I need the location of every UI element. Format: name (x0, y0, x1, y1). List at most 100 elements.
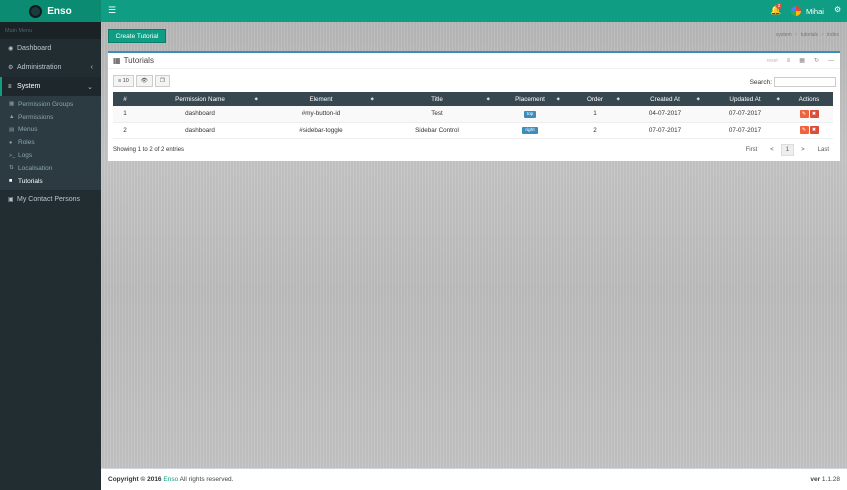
notification-badge: 2 (776, 3, 782, 9)
sidebar-item-tutorials[interactable]: ■ Tutorials (0, 175, 101, 188)
sidebar-item-label: My Contact Persons (17, 195, 81, 203)
cell-updated: 07-07-2017 (705, 106, 785, 123)
chevron-down-icon: ⌄ (87, 83, 93, 91)
edit-icon[interactable]: ✎ (799, 126, 809, 134)
pagination: First < 1 > Last (740, 144, 835, 156)
version-number: 1.1.28 (821, 476, 840, 483)
sidebar-item-localisation[interactable]: ⇅ Localisation (0, 162, 101, 175)
sort-icon: ◆ (776, 95, 780, 101)
cogs-icon: ⚙ (8, 65, 14, 71)
cell-created: 07-07-2017 (625, 122, 705, 139)
sidebar-toggle-icon[interactable]: ☰ (108, 5, 116, 16)
avatar[interactable] (791, 6, 801, 16)
column-header-title[interactable]: Title ◆ (379, 92, 495, 106)
box-tools: reset ≡ ▦ ↻ — (767, 57, 834, 65)
search-input[interactable] (774, 77, 836, 87)
box-title: Tutorials (123, 56, 154, 65)
column-header-permission[interactable]: Permission Name ◆ (137, 92, 263, 106)
copy-button[interactable]: ❐ (154, 75, 170, 87)
pagination-current[interactable]: 1 (780, 144, 795, 156)
table-row: 1 dashboard #my-button-id Test top 1 04-… (113, 106, 833, 123)
copyright-prefix: Copyright © 2016 (108, 476, 162, 483)
search: Search: (750, 77, 836, 87)
copyright-rights: All rights reserved. (179, 476, 234, 483)
sidebar-item-system[interactable]: ≡ System ⌄ (0, 77, 101, 96)
cell-actions: ✎ ✖ (785, 122, 833, 139)
tutorials-box: ▦ Tutorials reset ≡ ▦ ↻ — ≡ 10 👁 ❐ Searc… (108, 51, 840, 161)
sidebar-item-label: Localisation (18, 164, 53, 172)
logo[interactable]: Enso (0, 0, 101, 22)
sidebar-item-label: Logs (18, 152, 33, 160)
sidebar-item-label: Roles (18, 139, 35, 147)
cell-created: 04-07-2017 (625, 106, 705, 123)
column-header-element[interactable]: Element ◆ (263, 92, 379, 106)
column-header-num[interactable]: # (113, 92, 137, 106)
breadcrumb-item: index (827, 32, 839, 38)
sidebar-item-menus[interactable]: ▤ Menus (0, 124, 101, 137)
sidebar-item-permission-groups[interactable]: ▦ Permission Groups (0, 98, 101, 111)
search-label: Search: (749, 78, 772, 86)
cell-permission: dashboard (137, 106, 263, 123)
page-length-button[interactable]: ≡ 10 (113, 75, 134, 87)
sidebar-item-dashboard[interactable]: ◉ Dashboard (0, 39, 101, 58)
version: ver 1.1.28 (810, 476, 840, 483)
cell-actions: ✎ ✖ (785, 106, 833, 123)
align-icon[interactable]: ≡ (787, 58, 791, 64)
footer: Copyright © 2016 Enso All rights reserve… (101, 468, 847, 490)
column-header-order[interactable]: Order ◆ (565, 92, 625, 106)
warning-icon: ▲ (9, 114, 15, 121)
column-header-updated[interactable]: Updated At ◆ (705, 92, 785, 106)
table-info: Showing 1 to 2 of 2 entries (113, 147, 185, 153)
column-header-placement[interactable]: Placement ◆ (495, 92, 565, 106)
reset-button[interactable]: reset (767, 58, 778, 64)
sidebar-item-label: Tutorials (18, 177, 43, 185)
list-icon: ▤ (9, 126, 15, 133)
cell-order: 2 (565, 122, 625, 139)
breadcrumb-item[interactable]: system (776, 32, 792, 38)
pagination-next[interactable]: > (795, 144, 811, 156)
sidebar-item-permissions[interactable]: ▲ Permissions (0, 111, 101, 124)
sidebar-item-roles[interactable]: ● Roles (0, 136, 101, 149)
sidebar-item-label: System (17, 83, 41, 90)
sidebar-item-logs[interactable]: >_ Logs (0, 149, 101, 162)
sidebar-item-contact-persons[interactable]: ▣ My Contact Persons (0, 190, 101, 209)
sidebar-item-label: Permission Groups (18, 100, 74, 108)
cell-placement: right (495, 122, 565, 139)
trash-icon[interactable]: ✖ (809, 109, 819, 118)
sort-icon: ◆ (696, 95, 700, 101)
columns-icon[interactable]: ▦ (799, 57, 805, 64)
column-header-created[interactable]: Created At ◆ (625, 92, 705, 106)
sidebar-item-label: Dashboard (17, 45, 52, 52)
language-icon: ⇅ (9, 165, 14, 172)
pagination-first[interactable]: First (740, 144, 764, 156)
column-visibility-button[interactable]: 👁 (135, 75, 153, 87)
settings-cogs-icon[interactable]: ⚙ (834, 5, 841, 14)
tutorials-table: # Permission Name ◆ Element ◆ Title ◆ Place… (113, 92, 833, 139)
cell-element: #my-button-id (263, 106, 379, 123)
breadcrumb-item[interactable]: tutorials (801, 32, 819, 38)
column-header-actions: Actions (785, 92, 833, 106)
sidebar-item-label: Menus (18, 126, 38, 134)
cell-element: #sidebar-toggle (263, 122, 379, 139)
roles-icon: ● (9, 139, 13, 146)
edit-icon[interactable]: ✎ (799, 109, 809, 118)
sidebar-item-label: Administration (17, 64, 62, 71)
minimize-icon[interactable]: — (828, 58, 834, 64)
cell-title: Sidebar Control (379, 122, 495, 139)
breadcrumb-separator: > (821, 32, 825, 38)
sort-icon: ◆ (556, 95, 560, 101)
create-tutorial-button[interactable]: Create Tutorial (108, 29, 166, 43)
user-name[interactable]: Mihai (806, 7, 824, 16)
cell-order: 1 (565, 106, 625, 123)
top-navbar: Enso ☰ 🔔 2 Mihai ⚙ (0, 0, 847, 22)
sidebar-item-administration[interactable]: ⚙ Administration ‹ (0, 58, 101, 77)
refresh-icon[interactable]: ↻ (814, 57, 819, 64)
footer-brand-link[interactable]: Enso (163, 476, 178, 483)
pagination-last[interactable]: Last (812, 144, 835, 156)
breadcrumb-separator: > (794, 32, 798, 38)
groups-icon: ▦ (9, 101, 15, 108)
table-row: 2 dashboard #sidebar-toggle Sidebar Cont… (113, 122, 833, 139)
trash-icon[interactable]: ✖ (809, 126, 819, 134)
pagination-prev[interactable]: < (764, 144, 780, 156)
sort-icon: ◆ (616, 95, 620, 101)
